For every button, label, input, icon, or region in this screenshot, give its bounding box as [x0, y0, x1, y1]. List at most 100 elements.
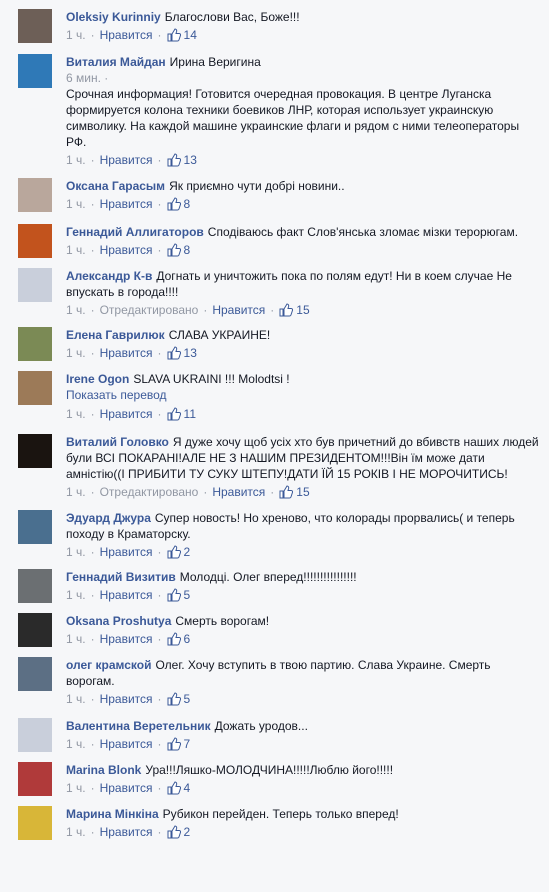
- comment-author[interactable]: олег крамской: [66, 658, 151, 672]
- like-link[interactable]: Нравится: [212, 303, 265, 317]
- avatar[interactable]: [18, 718, 52, 752]
- like-link[interactable]: Нравится: [100, 545, 153, 559]
- comment-text: СЛАВА УКРАИНЕ!: [168, 328, 271, 342]
- avatar[interactable]: [18, 371, 52, 405]
- avatar[interactable]: [18, 613, 52, 647]
- thumbs-up-icon[interactable]: [167, 588, 181, 602]
- like-link[interactable]: Нравится: [100, 781, 153, 795]
- comment-author[interactable]: Марина Мінкіна: [66, 807, 159, 821]
- like-count[interactable]: 7: [184, 737, 191, 751]
- avatar-photo: [18, 762, 52, 796]
- like-count[interactable]: 2: [184, 825, 191, 839]
- comment-author[interactable]: Эдуард Джура: [66, 511, 151, 525]
- like-count[interactable]: 13: [184, 346, 197, 360]
- comment-time[interactable]: 1 ч.: [66, 303, 86, 317]
- comment-text: Сподіваюсь факт Слов'янська зломає мізки…: [207, 225, 519, 239]
- like-link[interactable]: Нравится: [100, 153, 153, 167]
- like-count[interactable]: 15: [296, 303, 309, 317]
- thumbs-up-icon[interactable]: [167, 825, 181, 839]
- comment: Виталия Майдан Ирина Веригина 6 мин. · Сроч…: [0, 51, 549, 169]
- comment-time[interactable]: 1 ч.: [66, 737, 86, 751]
- avatar[interactable]: [18, 327, 52, 361]
- thumbs-up-icon[interactable]: [167, 28, 181, 42]
- like-link[interactable]: Нравится: [100, 632, 153, 646]
- comment-time[interactable]: 1 ч.: [66, 153, 86, 167]
- like-count[interactable]: 2: [184, 545, 191, 559]
- comment-author[interactable]: Виталия Майдан: [66, 55, 166, 69]
- thumbs-up-icon[interactable]: [167, 692, 181, 706]
- avatar[interactable]: [18, 9, 52, 43]
- like-count[interactable]: 8: [184, 243, 191, 257]
- avatar[interactable]: [18, 569, 52, 603]
- avatar[interactable]: [18, 806, 52, 840]
- comment-time[interactable]: 1 ч.: [66, 28, 86, 42]
- thumbs-up-icon[interactable]: [167, 153, 181, 167]
- comment-author[interactable]: Александр К-в: [66, 269, 152, 283]
- thumbs-up-icon[interactable]: [279, 303, 294, 317]
- comment-time[interactable]: 1 ч.: [66, 632, 86, 646]
- like-link[interactable]: Нравится: [100, 588, 153, 602]
- comment-time[interactable]: 1 ч.: [66, 485, 86, 499]
- thumbs-up-icon[interactable]: [167, 197, 181, 211]
- avatar[interactable]: [18, 762, 52, 796]
- comment-time[interactable]: 1 ч.: [66, 781, 86, 795]
- like-count[interactable]: 15: [296, 485, 309, 499]
- avatar[interactable]: [18, 224, 52, 258]
- thumbs-up-icon[interactable]: [167, 407, 181, 421]
- show-translation-link[interactable]: Показать перевод: [66, 387, 541, 404]
- comment-author[interactable]: Oksana Proshutya: [66, 614, 171, 628]
- like-link[interactable]: Нравится: [100, 407, 153, 421]
- like-count[interactable]: 6: [184, 632, 191, 646]
- thumbs-up-icon[interactable]: [167, 346, 181, 360]
- comment-author[interactable]: Геннадий Аллигаторов: [66, 225, 204, 239]
- comment-time[interactable]: 1 ч.: [66, 588, 86, 602]
- avatar[interactable]: [18, 54, 52, 88]
- avatar[interactable]: [18, 178, 52, 212]
- edited-label[interactable]: Отредактировано: [100, 485, 199, 499]
- comment-author[interactable]: Marina Blonk: [66, 763, 141, 777]
- like-link[interactable]: Нравится: [100, 692, 153, 706]
- comment-time[interactable]: 1 ч.: [66, 346, 86, 360]
- like-link[interactable]: Нравится: [100, 28, 153, 42]
- like-link[interactable]: Нравится: [100, 737, 153, 751]
- like-link[interactable]: Нравится: [100, 346, 153, 360]
- thumbs-up-icon[interactable]: [167, 781, 181, 795]
- thumbs-up-icon[interactable]: [167, 737, 181, 751]
- like-count[interactable]: 14: [184, 28, 197, 42]
- avatar-photo: [18, 510, 52, 544]
- comment-time[interactable]: 1 ч.: [66, 243, 86, 257]
- avatar[interactable]: [18, 268, 52, 302]
- comment-text: Ирина Веригина: [169, 55, 261, 69]
- like-link[interactable]: Нравится: [100, 825, 153, 839]
- comment-time[interactable]: 1 ч.: [66, 545, 86, 559]
- comment-author[interactable]: Виталий Головко: [66, 435, 169, 449]
- like-count[interactable]: 11: [184, 407, 196, 421]
- comment-time[interactable]: 1 ч.: [66, 825, 86, 839]
- comment-author[interactable]: Оксана Гарасым: [66, 179, 165, 193]
- comment-author[interactable]: Геннадий Визитив: [66, 570, 176, 584]
- thumbs-up-icon[interactable]: [167, 545, 181, 559]
- comment-time[interactable]: 1 ч.: [66, 692, 86, 706]
- comment-author[interactable]: Елена Гаврилюк: [66, 328, 165, 342]
- like-count[interactable]: 4: [184, 781, 191, 795]
- comment-time[interactable]: 1 ч.: [66, 197, 86, 211]
- thumbs-up-icon[interactable]: [167, 243, 181, 257]
- like-link[interactable]: Нравится: [100, 197, 153, 211]
- thumbs-up-icon[interactable]: [279, 485, 294, 499]
- like-count[interactable]: 5: [184, 588, 191, 602]
- avatar[interactable]: [18, 434, 52, 468]
- like-link[interactable]: Нравится: [212, 485, 265, 499]
- like-count[interactable]: 8: [184, 197, 191, 211]
- comment-meta: 1 ч. · Отредактировано · Нравится · 15: [66, 485, 310, 499]
- avatar[interactable]: [18, 657, 52, 691]
- like-count[interactable]: 5: [184, 692, 191, 706]
- thumbs-up-icon[interactable]: [167, 632, 181, 646]
- comment-time[interactable]: 1 ч.: [66, 407, 86, 421]
- edited-label[interactable]: Отредактировано: [100, 303, 199, 317]
- avatar[interactable]: [18, 510, 52, 544]
- comment-author[interactable]: Oleksiy Kurinniy: [66, 10, 161, 24]
- like-count[interactable]: 13: [184, 153, 197, 167]
- comment-author[interactable]: Irene Ogon: [66, 372, 129, 386]
- comment-author[interactable]: Валентина Веретельник: [66, 719, 211, 733]
- like-link[interactable]: Нравится: [100, 243, 153, 257]
